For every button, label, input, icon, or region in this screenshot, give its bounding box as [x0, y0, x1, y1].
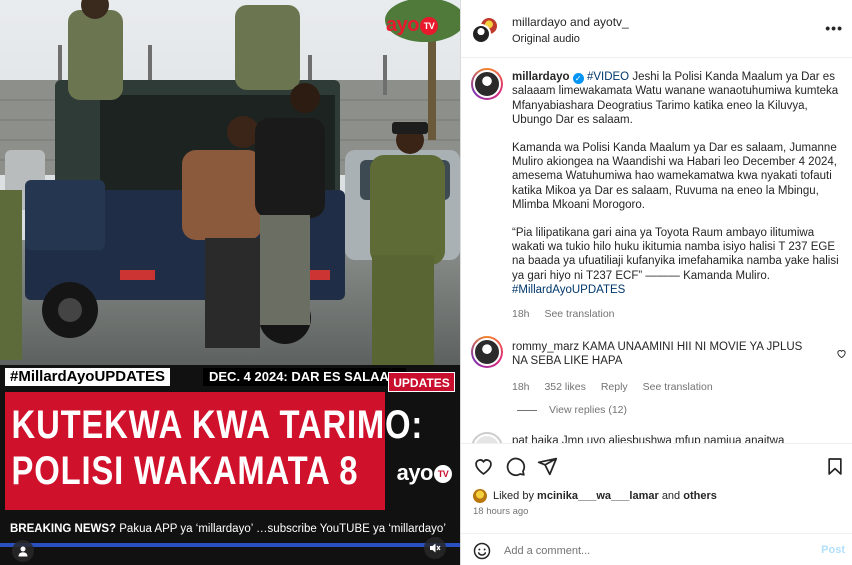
view-replies-button[interactable]: View replies (12)	[517, 404, 627, 416]
ticker-prefix: BREAKING NEWS?	[10, 523, 117, 535]
headline-line-2: POLISI WAKAMATA 8	[11, 449, 359, 493]
avatar[interactable]	[471, 432, 503, 443]
add-comment-bar: Post	[461, 533, 852, 565]
post-comment-button[interactable]: Post	[821, 544, 845, 556]
comments-scroll-area[interactable]: millardayo ✓ #VIDEO Jeshi la Polisi Kand…	[461, 58, 852, 443]
reply-button[interactable]: Reply	[601, 381, 628, 393]
caption-paragraph-2: Kamanda wa Polisi Kanda Maalum ya Dar es…	[512, 141, 837, 212]
liked-by-summary: Liked by mcinika___wa___lamar and others	[473, 489, 717, 503]
ticker-text: Pakua APP ya ‘millardayo’ …subscribe You…	[116, 523, 446, 535]
tagged-users-button[interactable]	[12, 540, 34, 562]
emoji-button[interactable]	[473, 542, 491, 565]
see-translation-link[interactable]: See translation	[643, 381, 713, 393]
verified-badge-icon: ✓	[572, 73, 584, 84]
liked-by-user[interactable]: mcinika___wa___lamar	[537, 490, 659, 502]
post-header: millardayo and ayotv_ Original audio •••	[461, 0, 852, 58]
banner-date: DEC. 4 2024: DAR ES SALAAM	[203, 368, 406, 386]
speaker-muted-icon	[430, 543, 441, 553]
video-scene-illustration	[0, 0, 460, 365]
logo-ayo-text: ayo	[396, 460, 434, 485]
comment-input[interactable]	[504, 541, 804, 561]
like-button[interactable]	[473, 456, 494, 482]
post-authors: millardayo and ayotv_ Original audio	[512, 15, 629, 45]
see-translation-link[interactable]: See translation	[544, 308, 614, 320]
liked-by-others[interactable]: others	[683, 490, 717, 502]
ayotv-banner-logo: ayo TV	[397, 460, 452, 486]
bookmark-icon	[828, 458, 842, 475]
comment-meta: 18h 352 likes Reply See translation	[512, 380, 812, 394]
divider	[517, 409, 537, 411]
paper-plane-icon	[537, 457, 558, 476]
person-icon	[18, 546, 28, 557]
headline-line-1: KUTEKWA KWA TARIMO:	[11, 403, 424, 447]
logo-ayo-text: ayo	[386, 14, 419, 36]
post-caption: millardayo ✓ #VIDEO Jeshi la Polisi Kand…	[512, 70, 842, 321]
save-button[interactable]	[825, 456, 845, 482]
post-details-panel: millardayo and ayotv_ Original audio •••…	[460, 0, 852, 565]
ellipsis-icon: •••	[825, 20, 843, 36]
comment-button[interactable]	[505, 456, 526, 482]
comment-username[interactable]: rommy_marz	[512, 341, 579, 353]
logo-tv-badge: TV	[434, 465, 452, 484]
comment-text: haika Jmn uvo aliesbushwa mfup namiua an…	[528, 435, 785, 443]
post-actions: Liked by mcinika___wa___lamar and others…	[461, 443, 852, 525]
caption-meta: 18h See translation	[512, 307, 842, 321]
comment: pat haika Jmn uvo aliesbushwa mfup namiu…	[512, 434, 812, 443]
video-progress-bar[interactable]	[0, 543, 460, 547]
video-frame[interactable]: ayo TV	[0, 0, 460, 365]
ayotv-watermark-logo: ayo TV	[386, 14, 438, 37]
comment-username[interactable]: pat	[512, 435, 528, 443]
caption-time[interactable]: 18h	[512, 308, 530, 320]
breaking-news-ticker: BREAKING NEWS? Pakua APP ya ‘millardayo’…	[0, 518, 460, 540]
comment: rommy_marz KAMA UNAAMINI HII NI MOVIE YA…	[512, 340, 812, 394]
author-names-link[interactable]: millardayo and ayotv_	[512, 15, 629, 29]
avatar[interactable]	[471, 68, 503, 100]
caption-hashtag[interactable]: #VIDEO	[587, 71, 629, 83]
view-replies-label: View replies (12)	[549, 404, 628, 416]
audio-link[interactable]: Original audio	[512, 33, 629, 45]
logo-tv-badge: TV	[420, 16, 438, 35]
liked-by-and: and	[661, 490, 681, 502]
avatar[interactable]	[473, 489, 487, 503]
updates-badge: UPDATES	[388, 372, 455, 392]
post-time-ago[interactable]: 18 hours ago	[473, 506, 528, 517]
banner-hashtag: #MillardAyoUPDATES	[5, 368, 171, 386]
post-media[interactable]: ayo TV #MillardAyoUPDATES DEC. 4 2024: DA…	[0, 0, 460, 565]
mute-button[interactable]	[424, 537, 446, 559]
comment-likes[interactable]: 352 likes	[544, 381, 585, 393]
speech-bubble-icon	[506, 457, 526, 477]
headline-box: KUTEKWA KWA TARIMO: POLISI WAKAMATA 8	[5, 392, 424, 510]
caption-footer-hashtag[interactable]: #MillardAyoUPDATES	[512, 284, 625, 296]
avatar[interactable]	[471, 24, 491, 44]
like-comment-button[interactable]	[836, 346, 847, 364]
share-button[interactable]	[537, 456, 558, 482]
avatar[interactable]	[471, 336, 503, 368]
more-options-button[interactable]: •••	[825, 20, 843, 36]
collab-avatars[interactable]	[471, 16, 501, 46]
smiley-icon	[473, 542, 491, 560]
heart-icon	[475, 459, 492, 475]
caption-username[interactable]: millardayo	[512, 71, 570, 83]
heart-icon	[837, 350, 846, 359]
comment-time[interactable]: 18h	[512, 381, 530, 393]
liked-by-prefix: Liked by	[493, 490, 534, 502]
caption-paragraph-3: “Pia lilipatikana gari aina ya Toyota Ra…	[512, 226, 839, 282]
